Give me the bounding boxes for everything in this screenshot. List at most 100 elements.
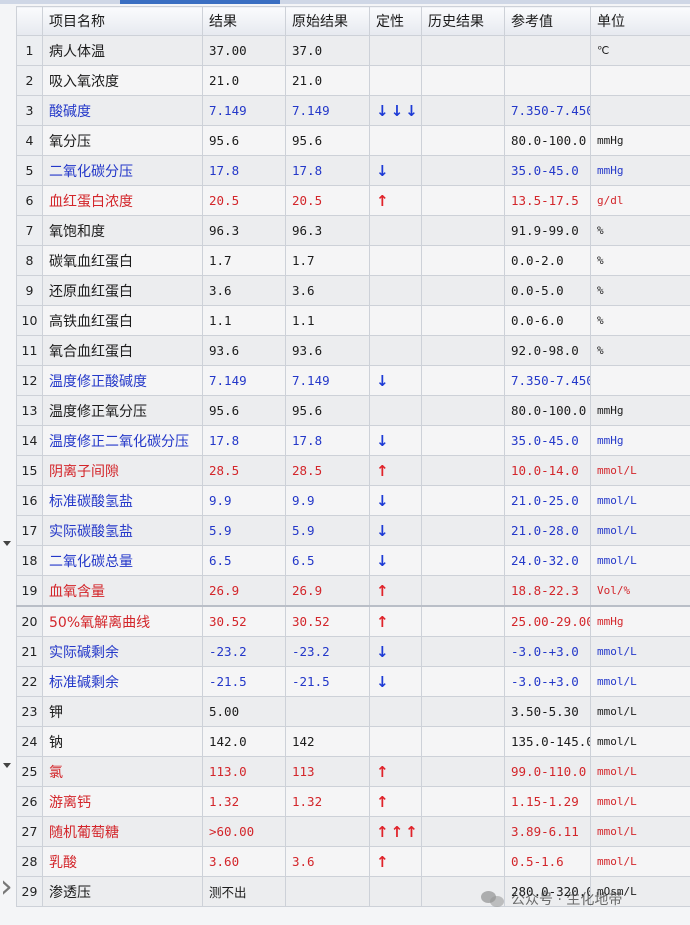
table-row[interactable]: 24 钠 142.0 142 135.0-145.0 mmol/L	[16, 726, 690, 757]
unit-label: mmol/L	[590, 696, 690, 727]
item-name: 随机葡萄糖	[42, 816, 203, 847]
table-row[interactable]: 6 血红蛋白浓度 20.5 20.5 ↑ 13.5-17.5 g/dl	[16, 185, 690, 216]
raw-result-value: 37.0	[285, 35, 370, 66]
row-number: 9	[16, 275, 43, 306]
reference-range: -3.0-+3.0	[504, 666, 591, 697]
col-header-num[interactable]	[16, 6, 43, 36]
flag-arrows: ↑↑↑	[369, 816, 422, 847]
reference-range: 135.0-145.0	[504, 726, 591, 757]
unit-label: mmHg	[590, 605, 690, 637]
table-row[interactable]: 19 血氧含量 26.9 26.9 ↑ 18.8-22.3 Vol/%	[16, 575, 690, 607]
reference-range: 35.0-45.0	[504, 155, 591, 186]
table-row[interactable]: 11 氧合血红蛋白 93.6 93.6 92.0-98.0%	[16, 335, 690, 366]
unit-label: mmol/L	[590, 485, 690, 516]
col-header-history[interactable]: 历史结果	[421, 6, 505, 36]
col-header-unit[interactable]: 单位	[590, 6, 690, 36]
item-name: 温度修正二氧化碳分压	[42, 425, 203, 456]
flag-arrows	[369, 65, 422, 96]
item-name: 实际碱剩余	[42, 636, 203, 667]
item-name: 标准碱剩余	[42, 666, 203, 697]
reference-range: 7.350-7.450	[504, 365, 591, 396]
unit-label: %	[590, 275, 690, 306]
result-value: 6.5	[202, 545, 286, 576]
table-row[interactable]: 14 温度修正二氧化碳分压 17.8 17.8 ↓ 35.0-45.0 mmHg	[16, 425, 690, 456]
reference-range: 3.89-6.11	[504, 816, 591, 847]
table-row[interactable]: 28 乳酸 3.60 3.6 ↑ 0.5-1.6 mmol/L	[16, 846, 690, 877]
col-header-result[interactable]: 结果	[202, 6, 286, 36]
table-row[interactable]: 13 温度修正氧分压 95.6 95.6 80.0-100.0 mmHg	[16, 395, 690, 426]
reference-range: 24.0-32.0	[504, 545, 591, 576]
flag-arrows: ↓↓↓	[369, 95, 422, 126]
table-row[interactable]: 10 高铁血红蛋白 1.1 1.1 0.0-6.0%	[16, 305, 690, 336]
reference-range: 7.350-7.450	[504, 95, 591, 126]
table-row[interactable]: 17 实际碳酸氢盐 5.9 5.9 ↓ 21.0-28.0 mmol/L	[16, 515, 690, 546]
col-header-ref[interactable]: 参考值	[504, 6, 591, 36]
row-number: 15	[16, 455, 43, 486]
table-row[interactable]: 26 游离钙 1.32 1.32 ↑ 1.15-1.29 mmol/L	[16, 786, 690, 817]
row-number: 18	[16, 545, 43, 576]
raw-result-value: 96.3	[285, 215, 370, 246]
history-result	[421, 666, 505, 697]
table-row[interactable]: 1 病人体温 37.00 37.0 ℃	[16, 35, 690, 66]
table-row[interactable]: 20 50%氧解离曲线 30.52 30.52 ↑ 25.00-29.00 mmHg	[16, 605, 690, 637]
item-name: 阴离子间隙	[42, 455, 203, 486]
raw-result-value: 7.149	[285, 95, 370, 126]
col-header-raw[interactable]: 原始结果	[285, 6, 370, 36]
history-result	[421, 726, 505, 757]
table-row[interactable]: 8 碳氧血红蛋白 1.7 1.7 0.0-2.0%	[16, 245, 690, 276]
raw-result-value: 28.5	[285, 455, 370, 486]
table-row[interactable]: 21 实际碱剩余 -23.2 -23.2 ↓ -3.0-+3.0 mmol/L	[16, 636, 690, 667]
table-row[interactable]: 7 氧饱和度 96.3 96.3 91.9-99.0%	[16, 215, 690, 246]
table-row[interactable]: 5 二氧化碳分压 17.8 17.8 ↓ 35.0-45.0 mmHg	[16, 155, 690, 186]
table-row[interactable]: 4 氧分压 95.6 95.6 80.0-100.0 mmHg	[16, 125, 690, 156]
result-value: 5.00	[202, 696, 286, 727]
row-number: 21	[16, 636, 43, 667]
scroll-marker-icon[interactable]	[3, 541, 11, 546]
table-row[interactable]: 22 标准碱剩余 -21.5 -21.5 ↓ -3.0-+3.0 mmol/L	[16, 666, 690, 697]
raw-result-value	[285, 816, 370, 847]
watermark-logo-icon	[481, 889, 505, 909]
row-number: 22	[16, 666, 43, 697]
table-row[interactable]: 18 二氧化碳总量 6.5 6.5 ↓ 24.0-32.0 mmol/L	[16, 545, 690, 576]
history-result	[421, 275, 505, 306]
raw-result-value: 1.7	[285, 245, 370, 276]
item-name: 病人体温	[42, 35, 203, 66]
raw-result-value	[285, 696, 370, 727]
unit-label: mmHg	[590, 425, 690, 456]
raw-result-value: 5.9	[285, 515, 370, 546]
col-header-name[interactable]: 项目名称	[42, 6, 203, 36]
table-row[interactable]: 15 阴离子间隙 28.5 28.5 ↑ 10.0-14.0 mmol/L	[16, 455, 690, 486]
table-row[interactable]: 23 钾 5.00 3.50-5.30 mmol/L	[16, 696, 690, 727]
scroll-marker-icon[interactable]	[3, 763, 11, 768]
reference-range: 25.00-29.00	[504, 605, 591, 637]
unit-label: mmHg	[590, 125, 690, 156]
table-row[interactable]: 12 温度修正酸碱度 7.149 7.149 ↓ 7.350-7.450	[16, 365, 690, 396]
history-result	[421, 155, 505, 186]
reference-range: 18.8-22.3	[504, 575, 591, 607]
item-name: 氧分压	[42, 125, 203, 156]
raw-result-value: 95.6	[285, 125, 370, 156]
reference-range: 21.0-28.0	[504, 515, 591, 546]
history-result	[421, 846, 505, 877]
unit-label: mmol/L	[590, 515, 690, 546]
flag-arrows	[369, 215, 422, 246]
row-number: 5	[16, 155, 43, 186]
result-value: 17.8	[202, 155, 286, 186]
raw-result-value: 3.6	[285, 846, 370, 877]
table-row[interactable]: 27 随机葡萄糖 >60.00 ↑↑↑ 3.89-6.11 mmol/L	[16, 816, 690, 847]
table-row[interactable]: 25 氯 113.0 113 ↑ 99.0-110.0 mmol/L	[16, 756, 690, 787]
chevron-right-icon[interactable]: ›	[0, 866, 14, 906]
table-row[interactable]: 2 吸入氧浓度 21.0 21.0	[16, 65, 690, 96]
result-value: 30.52	[202, 605, 286, 637]
col-header-flag[interactable]: 定性	[369, 6, 422, 36]
table-row[interactable]: 3 酸碱度 7.149 7.149 ↓↓↓ 7.350-7.450	[16, 95, 690, 126]
row-number: 14	[16, 425, 43, 456]
table-row[interactable]: 9 还原血红蛋白 3.6 3.6 0.0-5.0%	[16, 275, 690, 306]
history-result	[421, 515, 505, 546]
row-number: 23	[16, 696, 43, 727]
result-value: 26.9	[202, 575, 286, 607]
flag-arrows	[369, 395, 422, 426]
flag-arrows: ↓	[369, 545, 422, 576]
flag-arrows: ↓	[369, 155, 422, 186]
table-row[interactable]: 16 标准碳酸氢盐 9.9 9.9 ↓ 21.0-25.0 mmol/L	[16, 485, 690, 516]
